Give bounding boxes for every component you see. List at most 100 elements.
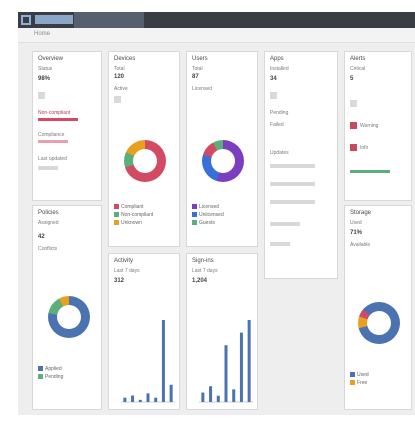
devices-donut-chart [124,140,166,182]
header-tab-band[interactable] [74,12,144,28]
storage-donut-chart [358,302,400,344]
chart-bar[interactable] [216,395,220,402]
chart-bar[interactable] [154,397,158,402]
users-donut-chart [202,140,244,182]
chart-bar[interactable] [247,320,251,402]
chart-bar[interactable] [138,399,142,402]
chart-bar[interactable] [232,389,236,402]
policies-donut-chart [48,296,90,338]
chart-bar[interactable] [201,392,205,402]
signins-bar-chart [199,320,253,403]
alerts-panel: Alerts Critical 5 Warning Info [344,51,412,201]
panel-line: Last updated [38,156,67,162]
activity-panel: Activity Last 7 days 312 [108,253,180,410]
panel-line[interactable]: Failed [270,122,284,128]
activity-bar-chart [121,320,175,403]
progress-track [270,222,300,226]
chart-bar[interactable] [209,386,213,402]
legend-item: Compliant [114,204,144,210]
panel-title: Storage [350,210,372,216]
apps-panel: Apps Installed 34 Pending Failed Updates [264,51,338,279]
legend-item: Guests [192,220,215,226]
panel-value: 312 [114,278,125,284]
panel-line: Compliance [38,132,65,138]
info-bar [350,170,390,173]
chart-bar[interactable] [161,320,165,402]
panel-line[interactable]: Warning [360,123,378,129]
panel-title: Apps [270,56,284,62]
chart-bar[interactable] [123,397,127,402]
devices-panel: Devices Total 120 Active Compliant Non-c… [108,51,180,247]
panel-value: 34 [270,76,277,82]
panel-line[interactable]: Pending [270,110,288,116]
legend-item: Unlicensed [192,212,224,218]
users-panel: Users Total 87 Licensed Licensed Unlicen… [186,51,258,247]
panel-title: Overview [38,56,64,62]
panel-line: Installed [270,66,289,72]
panel-line: Used [350,220,362,226]
legend-item: Free [350,380,367,386]
panel-line: Conflicts [38,246,58,252]
alert-icon [350,100,357,107]
panel-line: Active [114,86,128,92]
app-logo-icon[interactable] [21,15,31,25]
non-compliant-link[interactable]: Non-compliant [38,110,70,116]
progress-track [270,164,315,168]
chart-bar[interactable] [239,332,243,402]
panel-line: Last 7 days [192,268,218,274]
legend-item: Used [350,372,369,378]
compliance-bar-secondary [38,140,68,143]
panel-line: Status [38,66,53,72]
legend-item: Non-compliant [114,212,153,218]
panel-line: Critical [350,66,366,72]
panel-line: Available [350,242,371,248]
panel-value: 87 [192,74,199,80]
progress-track [270,182,315,186]
panel-value: 120 [114,74,125,80]
panel-title: Sign-ins [192,258,214,264]
policies-panel: Policies Assigned 42 Conflicts Applied P… [32,205,102,410]
panel-value: 71% [350,230,363,236]
title-bar [18,12,415,28]
chart-bar[interactable] [146,393,150,402]
panel-title: Alerts [350,56,366,62]
progress-track [270,242,290,246]
update-indicator [38,166,58,170]
chart-bar[interactable] [169,384,173,402]
panel-line: Last 7 days [114,268,140,274]
panel-value: 5 [350,76,354,82]
storage-panel: Storage Used 71% Available Used Free [344,205,412,410]
panel-line: Total [114,66,125,72]
status-icon [38,92,45,99]
app-name-block [35,15,73,24]
breadcrumb-bar: Home [18,28,415,43]
panel-line: Licensed [192,86,213,92]
panel-value: 1,204 [192,278,208,284]
overview-panel: Overview Status 98% Non-compliant Compli… [32,51,102,201]
dashboard: Overview Status 98% Non-compliant Compli… [18,43,415,415]
panel-title: Devices [114,56,136,62]
panel-line[interactable]: Info [360,145,368,151]
critical-alert-icon[interactable] [350,122,357,129]
breadcrumb[interactable]: Home [34,31,50,37]
signins-panel: Sign-ins Last 7 days 1,204 [186,253,258,410]
legend-item: Licensed [192,204,219,210]
app-icon [270,92,277,99]
panel-line: Total [192,66,203,72]
panel-line[interactable]: Updates [270,150,289,156]
panel-title: Activity [114,258,134,264]
progress-track [270,200,315,204]
panel-title: Users [192,56,208,62]
panel-value: 42 [38,234,45,240]
panel-line: Assigned [38,220,59,226]
legend-item: Applied [38,366,62,372]
warning-alert-icon[interactable] [350,144,357,151]
panel-title: Policies [38,210,59,216]
chart-bar[interactable] [224,345,228,402]
legend-item: Unknown [114,220,142,226]
compliance-bar [38,118,78,121]
panel-value: 98% [38,76,51,82]
legend-item: Pending [38,374,63,380]
device-icon [114,96,121,103]
chart-bar[interactable] [131,395,135,402]
